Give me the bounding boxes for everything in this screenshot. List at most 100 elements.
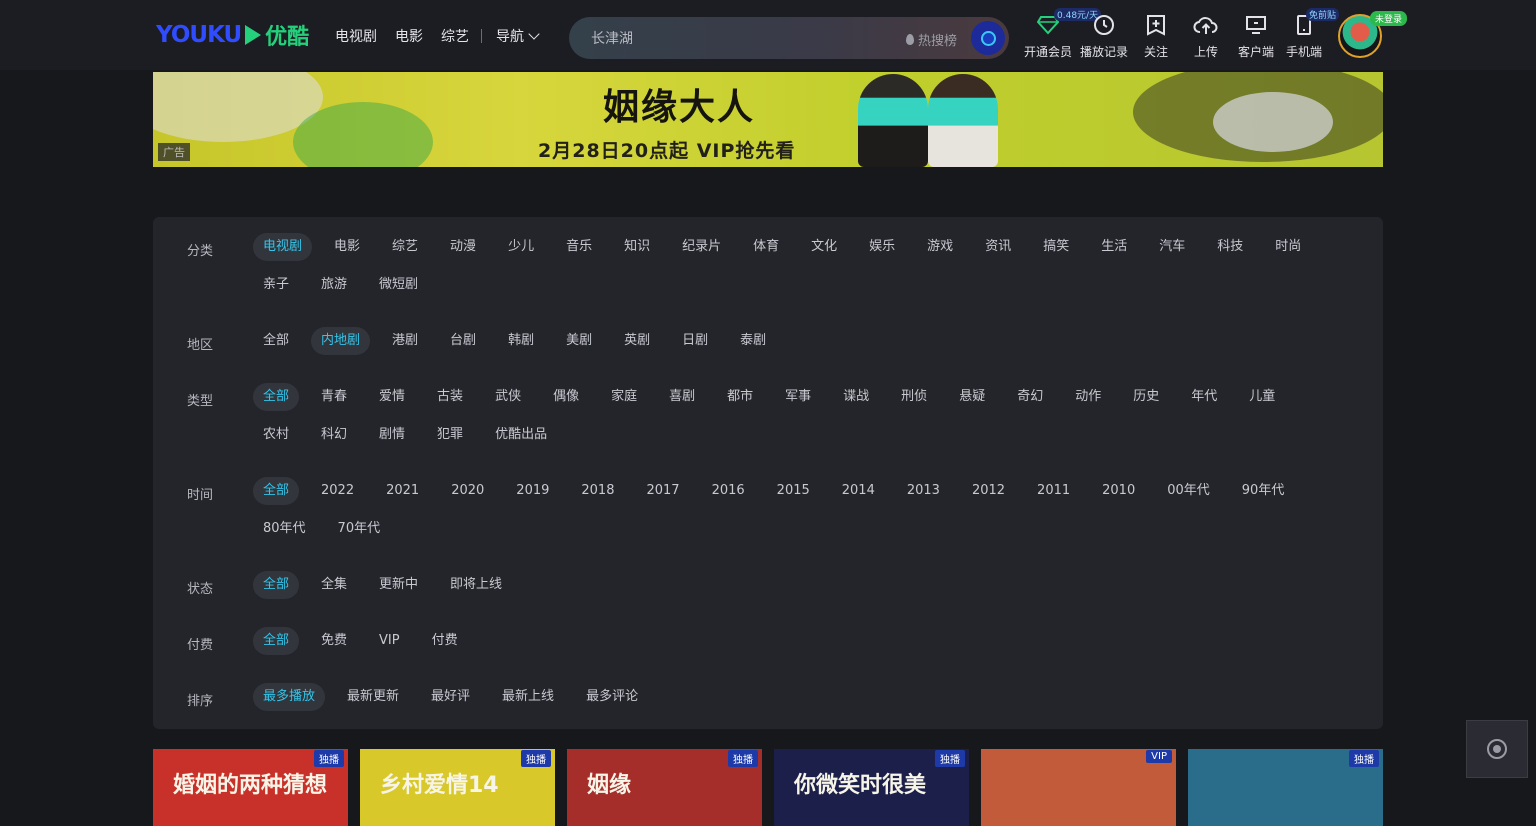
mobile-client-button[interactable]: 免前贴 手机端 [1284, 8, 1340, 60]
filter-option[interactable]: 音乐 [556, 233, 602, 261]
filter-option[interactable]: 武侠 [485, 383, 531, 411]
filter-option[interactable]: 偶像 [543, 383, 589, 411]
filter-option[interactable]: 剧情 [369, 421, 415, 449]
filter-option[interactable]: 微短剧 [369, 271, 428, 299]
ad-banner[interactable]: 姻缘大人 2月28日20点起 VIP抢先看 广告 [153, 72, 1383, 167]
filter-option[interactable]: 英剧 [614, 327, 660, 355]
filter-option[interactable]: 全集 [311, 571, 357, 599]
video-card[interactable]: 独播 [1188, 749, 1383, 826]
filter-option[interactable]: 优酷出品 [485, 421, 557, 449]
filter-option[interactable]: 军事 [775, 383, 821, 411]
filter-option[interactable]: 汽车 [1149, 233, 1195, 261]
vip-button[interactable]: 0.48元/天 开通会员 [1024, 8, 1102, 60]
filter-option[interactable]: 免费 [311, 627, 357, 655]
nav-more-dropdown[interactable]: 导航 [496, 26, 540, 46]
filter-option[interactable]: 更新中 [369, 571, 428, 599]
filter-option[interactable]: 喜剧 [659, 383, 705, 411]
filter-option[interactable]: 最好评 [421, 683, 480, 711]
filter-option[interactable]: 最新更新 [337, 683, 409, 711]
filter-option[interactable]: 科幻 [311, 421, 357, 449]
history-button[interactable]: 播放记录 [1080, 10, 1128, 60]
filter-option[interactable]: 知识 [614, 233, 660, 261]
filter-option[interactable]: 2010 [1092, 477, 1145, 505]
nav-item-variety[interactable]: 综艺 [441, 26, 469, 46]
youku-logo[interactable]: YOUKU 优酷 [156, 21, 309, 50]
filter-option[interactable]: 2017 [636, 477, 689, 505]
filter-option[interactable]: 台剧 [440, 327, 486, 355]
filter-option[interactable]: 美剧 [556, 327, 602, 355]
filter-option[interactable]: 家庭 [601, 383, 647, 411]
filter-option[interactable]: 付费 [422, 627, 468, 655]
filter-option[interactable]: 游戏 [917, 233, 963, 261]
filter-option[interactable]: VIP [369, 627, 410, 655]
hot-search-link[interactable]: 热搜榜 [906, 30, 957, 49]
filter-option[interactable]: 悬疑 [949, 383, 995, 411]
filter-option[interactable]: 亲子 [253, 271, 299, 299]
filter-option[interactable]: 旅游 [311, 271, 357, 299]
video-card[interactable]: 独播 你微笑时很美 [774, 749, 969, 826]
filter-option[interactable]: 90年代 [1232, 477, 1295, 505]
filter-option[interactable]: 电影 [324, 233, 370, 261]
filter-option[interactable]: 韩剧 [498, 327, 544, 355]
filter-option[interactable]: 爱情 [369, 383, 415, 411]
filter-option[interactable]: 全部 [253, 571, 300, 599]
filter-option[interactable]: 2020 [441, 477, 494, 505]
filter-option[interactable]: 全部 [253, 477, 300, 505]
filter-option[interactable]: 年代 [1181, 383, 1227, 411]
filter-option[interactable]: 儿童 [1239, 383, 1285, 411]
video-card[interactable]: 独播 乡村爱情14 [360, 749, 555, 826]
nav-item-tv[interactable]: 电视剧 [335, 26, 377, 46]
filter-option[interactable]: 都市 [717, 383, 763, 411]
desktop-client-button[interactable]: 客户端 [1236, 10, 1276, 60]
filter-option[interactable]: 纪录片 [672, 233, 731, 261]
filter-option[interactable]: 娱乐 [859, 233, 905, 261]
filter-option[interactable]: 内地剧 [311, 327, 371, 355]
filter-option[interactable]: 00年代 [1157, 477, 1220, 505]
filter-option[interactable]: 全部 [253, 327, 299, 355]
filter-option[interactable]: 体育 [743, 233, 789, 261]
filter-option[interactable]: 少儿 [498, 233, 544, 261]
filter-option[interactable]: 犯罪 [427, 421, 473, 449]
filter-option[interactable]: 2022 [311, 477, 364, 505]
filter-option[interactable]: 最新上线 [492, 683, 564, 711]
filter-option[interactable]: 搞笑 [1033, 233, 1079, 261]
search-input[interactable] [589, 17, 893, 61]
filter-option[interactable]: 青春 [311, 383, 357, 411]
search-button[interactable] [971, 21, 1005, 55]
filter-option[interactable]: 2021 [376, 477, 429, 505]
filter-option[interactable]: 全部 [253, 627, 300, 655]
filter-option[interactable]: 文化 [801, 233, 847, 261]
video-card[interactable]: 独播 婚姻的两种猜想 [153, 749, 348, 826]
filter-option[interactable]: 2014 [832, 477, 885, 505]
filter-option[interactable]: 港剧 [382, 327, 428, 355]
filter-option[interactable]: 农村 [253, 421, 299, 449]
filter-option[interactable]: 历史 [1123, 383, 1169, 411]
filter-option[interactable]: 最多评论 [576, 683, 648, 711]
filter-option[interactable]: 谍战 [833, 383, 879, 411]
filter-option[interactable]: 综艺 [382, 233, 428, 261]
filter-option[interactable]: 80年代 [253, 515, 316, 543]
floating-helper-button[interactable] [1466, 720, 1528, 778]
video-card[interactable]: 独播 姻缘 [567, 749, 762, 826]
filter-option[interactable]: 古装 [427, 383, 473, 411]
filter-option[interactable]: 资讯 [975, 233, 1021, 261]
filter-option[interactable]: 日剧 [672, 327, 718, 355]
filter-option[interactable]: 2019 [506, 477, 559, 505]
filter-option[interactable]: 全部 [253, 383, 300, 411]
filter-option[interactable]: 动漫 [440, 233, 486, 261]
nav-item-movie[interactable]: 电影 [395, 26, 423, 46]
upload-button[interactable]: 上传 [1186, 10, 1226, 60]
filter-option[interactable]: 70年代 [328, 515, 391, 543]
filter-option[interactable]: 时尚 [1265, 233, 1311, 261]
filter-option[interactable]: 动作 [1065, 383, 1111, 411]
filter-option[interactable]: 2012 [962, 477, 1015, 505]
filter-option[interactable]: 生活 [1091, 233, 1137, 261]
filter-option[interactable]: 2013 [897, 477, 950, 505]
filter-option[interactable]: 泰剧 [730, 327, 776, 355]
filter-option[interactable]: 奇幻 [1007, 383, 1053, 411]
filter-option[interactable]: 2018 [571, 477, 624, 505]
filter-option[interactable]: 即将上线 [440, 571, 512, 599]
filter-option[interactable]: 刑侦 [891, 383, 937, 411]
video-card[interactable]: VIP [981, 749, 1176, 826]
filter-option[interactable]: 最多播放 [253, 683, 326, 711]
